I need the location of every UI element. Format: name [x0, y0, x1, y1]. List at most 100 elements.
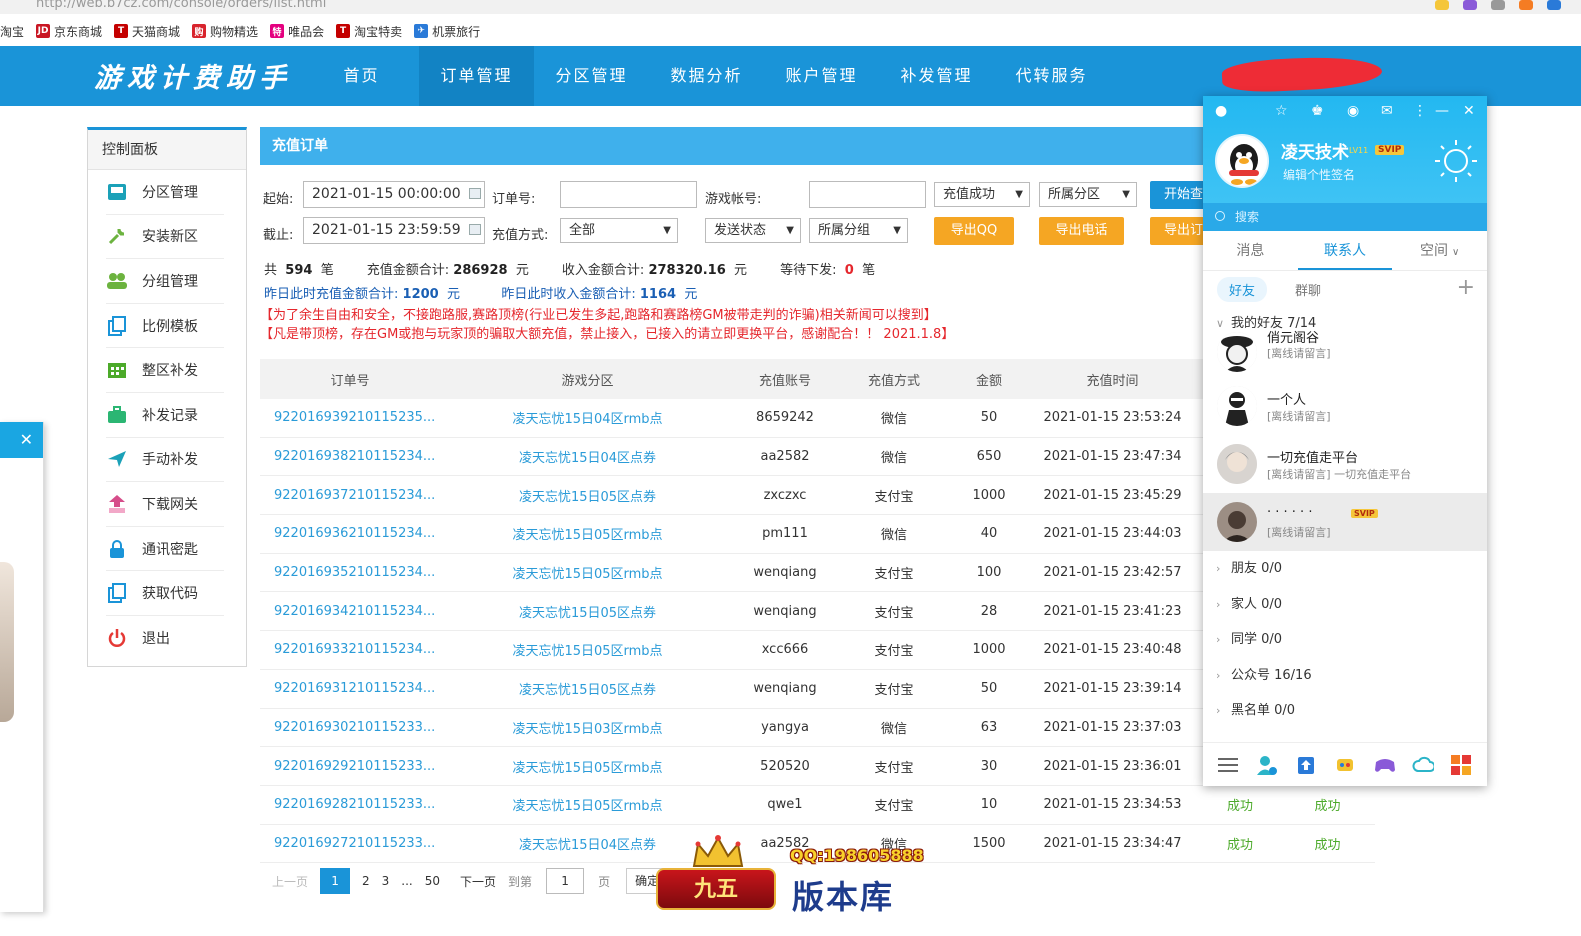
nav-item[interactable]: 分区管理: [534, 46, 649, 106]
column-header[interactable]: 金额: [953, 370, 1025, 389]
url-text[interactable]: http://web.b7cz.com/console/orders/list.…: [36, 0, 326, 11]
bookmark-item[interactable]: ✈ 机票旅行: [414, 23, 480, 40]
sidebar-item[interactable]: 获取代码: [106, 571, 224, 616]
export-qq-button[interactable]: 导出QQ: [934, 217, 1014, 245]
game-center-icon[interactable]: [1334, 754, 1356, 776]
cell-zone[interactable]: 凌天忘忧15日05区rmb点: [440, 563, 735, 582]
page-number[interactable]: 50: [425, 874, 440, 888]
cell-zone[interactable]: 凌天忘忧15日03区rmb点: [440, 718, 735, 737]
method-select[interactable]: 全部 ▼: [560, 218, 678, 243]
weather-sun-icon[interactable]: [1431, 136, 1481, 186]
start-date-input[interactable]: 2021-01-15 00:00:00: [303, 181, 485, 208]
cell-zone[interactable]: 凌天忘忧15日04区rmb点: [440, 408, 735, 427]
cell-zone[interactable]: 凌天忘忧15日05区点券: [440, 602, 735, 621]
cell-zone[interactable]: 凌天忘忧15日05区rmb点: [440, 757, 735, 776]
calendar-icon[interactable]: [469, 188, 481, 199]
cell-order[interactable]: 922016938210115234...: [260, 449, 440, 464]
column-header[interactable]: 充值方式: [835, 370, 953, 389]
cell-order[interactable]: 922016931210115234...: [260, 681, 440, 696]
qq-search-input[interactable]: 搜索: [1203, 203, 1487, 231]
menu-icon[interactable]: [1217, 754, 1239, 776]
cell-order[interactable]: 922016930210115233...: [260, 720, 440, 735]
cloud-icon[interactable]: [1412, 754, 1434, 776]
nav-item[interactable]: 订单管理: [419, 46, 534, 106]
bell-icon[interactable]: ●: [1215, 103, 1227, 119]
cell-order[interactable]: 922016933210115234...: [260, 642, 440, 657]
column-header[interactable]: 充值账号: [735, 370, 835, 389]
send-status-select[interactable]: 发送状态 ▼: [705, 218, 801, 243]
cell-zone[interactable]: 凌天忘忧15日05区rmb点: [440, 524, 735, 543]
cell-order[interactable]: 922016939210115235...: [260, 410, 440, 425]
bookmark-item[interactable]: 购购物精选: [192, 23, 258, 40]
tab-groups[interactable]: 群聊: [1295, 280, 1321, 299]
sidebar-item[interactable]: 通讯密匙: [106, 527, 224, 572]
next-page-button[interactable]: 下一页: [460, 873, 496, 890]
cell-order[interactable]: 922016934210115234...: [260, 604, 440, 619]
close-icon[interactable]: ✕: [1463, 103, 1475, 119]
sidebar-item[interactable]: 补发记录: [106, 393, 224, 438]
nav-item[interactable]: 账户管理: [764, 46, 879, 106]
bookmark-item[interactable]: T 天猫商城: [114, 23, 180, 40]
game-account-input[interactable]: [809, 181, 926, 208]
status-select[interactable]: 充值成功 ▼: [934, 182, 1030, 207]
bookmark-item[interactable]: 淘宝: [0, 23, 24, 40]
sidebar-item[interactable]: 比例模板: [106, 304, 224, 349]
add-icon[interactable]: +: [1457, 275, 1475, 300]
column-header[interactable]: 订单号: [260, 370, 440, 389]
sidebar-item[interactable]: 手动补发: [106, 438, 224, 483]
friend-group[interactable]: › 朋友 0/0: [1203, 551, 1487, 587]
page-number[interactable]: 1: [320, 868, 351, 894]
goto-page-input[interactable]: 1: [546, 868, 585, 894]
cell-zone[interactable]: 凌天忘忧15日05区rmb点: [440, 795, 735, 814]
sidebar-item[interactable]: 分区管理: [106, 170, 224, 215]
sidebar-item[interactable]: 下载网关: [106, 482, 224, 527]
nav-item[interactable]: 首页: [304, 46, 419, 106]
cell-order[interactable]: 922016936210115234...: [260, 526, 440, 541]
qq-tab[interactable]: 联系人: [1297, 231, 1393, 270]
prev-page-button[interactable]: 上一页: [272, 873, 308, 890]
qq-tab[interactable]: 消息: [1203, 231, 1298, 270]
cell-order[interactable]: 922016927210115233...: [260, 836, 440, 851]
gamepad-icon[interactable]: [1373, 754, 1395, 776]
bookmark-item[interactable]: JD 京东商城: [36, 23, 102, 40]
column-header[interactable]: 游戏分区: [440, 370, 735, 389]
qq-signature[interactable]: 编辑个性签名: [1283, 166, 1355, 183]
bookmark-item[interactable]: 特唯品会: [270, 23, 324, 40]
cell-zone[interactable]: 凌天忘忧15日05区rmb点: [440, 640, 735, 659]
star-icon[interactable]: ☆: [1275, 103, 1288, 119]
friend-group[interactable]: › 家人 0/0: [1203, 587, 1487, 623]
file-transfer-icon[interactable]: [1295, 754, 1317, 776]
friend-item[interactable]: · · · · · · [离线请留言] SVIP: [1203, 493, 1487, 551]
sidebar-item[interactable]: 整区补发: [106, 348, 224, 393]
app-grid-icon[interactable]: [1450, 754, 1472, 776]
nav-item[interactable]: 代转服务: [994, 46, 1109, 106]
friend-item[interactable]: 俏元阁谷 [离线请留言]: [1203, 323, 1487, 377]
sidebar-item[interactable]: 分组管理: [106, 259, 224, 304]
mail-icon[interactable]: ✉: [1381, 103, 1393, 119]
end-date-input[interactable]: 2021-01-15 23:59:59: [303, 217, 485, 244]
calendar-icon[interactable]: [469, 224, 481, 235]
page-number[interactable]: 2: [362, 874, 370, 888]
close-icon[interactable]: ✕: [20, 430, 33, 449]
cell-order[interactable]: 922016928210115233...: [260, 797, 440, 812]
cell-zone[interactable]: 凌天忘忧15日05区点券: [440, 486, 735, 505]
address-bar[interactable]: http://web.b7cz.com/console/orders/list.…: [0, 0, 1581, 14]
order-input[interactable]: [560, 181, 697, 208]
cell-order[interactable]: 922016937210115234...: [260, 488, 440, 503]
friend-item[interactable]: 一切充值走平台 [离线请留言] 一切充值走平台: [1203, 435, 1487, 493]
qq-nickname[interactable]: 凌天技术: [1281, 138, 1349, 163]
friend-group[interactable]: › 黑名单 0/0: [1203, 693, 1487, 729]
page-number[interactable]: 3: [382, 874, 390, 888]
tab-friends[interactable]: 好友: [1217, 276, 1268, 302]
table-row[interactable]: 922016928210115233... 凌天忘忧15日05区rmb点 qwe1 支…: [260, 786, 1375, 825]
zone-select[interactable]: 所属分区 ▼: [1039, 182, 1137, 207]
add-friend-icon[interactable]: [1256, 754, 1278, 776]
extension-icon[interactable]: [1491, 0, 1505, 10]
cell-order[interactable]: 922016929210115233...: [260, 759, 440, 774]
avatar[interactable]: [1215, 134, 1269, 188]
friend-group[interactable]: › 公众号 16/16: [1203, 658, 1487, 694]
group-select[interactable]: 所属分组 ▼: [809, 218, 908, 243]
extension-icon[interactable]: [1435, 0, 1449, 10]
search-button[interactable]: 开始查询: [1150, 181, 1210, 209]
pet-icon[interactable]: ◉: [1347, 103, 1359, 119]
